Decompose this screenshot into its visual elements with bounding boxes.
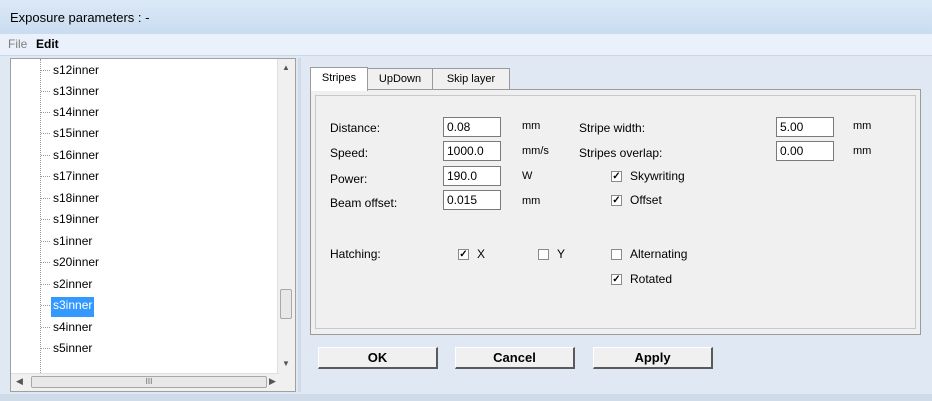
tree-item[interactable]: s5inner <box>41 340 94 360</box>
stripes-overlap-label: Stripes overlap: <box>579 146 663 160</box>
title-bar: Exposure parameters : - <box>0 0 932 34</box>
distance-label: Distance: <box>330 121 381 135</box>
menu-edit[interactable]: Edit <box>36 37 59 51</box>
skywriting-checkbox[interactable]: ✓ Skywriting <box>611 169 685 183</box>
menu-file[interactable]: File <box>8 37 27 51</box>
hatching-x-checkbox[interactable]: ✓ X <box>458 247 485 261</box>
stripe-width-label: Stripe width: <box>579 121 646 135</box>
scroll-down-arrow-icon[interactable]: ▼ <box>282 359 290 368</box>
beam-offset-field[interactable] <box>443 190 501 210</box>
empty-checkbox-icon <box>538 248 549 260</box>
stripes-overlap-field[interactable] <box>776 141 834 161</box>
hatching-y-label: Y <box>557 247 566 261</box>
tree-vertical-scrollbar[interactable]: ▲ ▼ <box>277 59 295 376</box>
tree-item-label: s20inner <box>53 255 100 269</box>
tab-stripes[interactable]: Stripes <box>310 67 368 91</box>
tree-item[interactable]: s20inner <box>41 254 101 274</box>
speed-field[interactable] <box>443 141 501 161</box>
tree-item[interactable]: s1inner <box>41 233 94 253</box>
tree-item[interactable]: s15inner <box>41 125 101 145</box>
empty-checkbox-icon <box>611 248 622 260</box>
tree-item[interactable]: s4inner <box>41 319 94 339</box>
tree-item-label: s15inner <box>53 126 100 140</box>
tree-item[interactable]: s13inner <box>41 83 101 103</box>
offset-checkbox[interactable]: ✓ Offset <box>611 193 662 207</box>
tree-item[interactable]: s19inner <box>41 211 101 231</box>
ok-button[interactable]: OK <box>318 347 438 369</box>
distance-field[interactable] <box>443 117 501 137</box>
tree-item-label: s12inner <box>53 63 100 77</box>
tab-skip-layer[interactable]: Skip layer <box>432 68 510 89</box>
rotated-checkbox[interactable]: ✓ Rotated <box>611 272 672 286</box>
tree-item-label: s16inner <box>53 148 100 162</box>
power-unit: W <box>522 170 533 182</box>
beam-offset-unit: mm <box>522 195 541 207</box>
tree-item-label: s18inner <box>53 191 100 205</box>
tree-item-label: s4inner <box>53 320 93 334</box>
stripes-panel: Distance: mm Speed: mm/s Power: W Beam o… <box>310 89 921 335</box>
rotated-label: Rotated <box>630 272 673 286</box>
scroll-left-arrow-icon[interactable]: ◀ <box>16 376 23 387</box>
tree-item[interactable]: s17inner <box>41 168 101 188</box>
distance-unit: mm <box>522 120 541 132</box>
alternating-label: Alternating <box>630 247 688 261</box>
layer-tree[interactable]: s12inner s13inner s14inner s15inner s16i… <box>10 58 296 392</box>
tree-item-label: s13inner <box>53 84 100 98</box>
window-title: Exposure parameters : - <box>10 10 150 25</box>
tree-item[interactable]: s12inner <box>41 62 101 82</box>
scroll-up-arrow-icon[interactable]: ▲ <box>282 63 290 72</box>
scrollbar-corner <box>278 374 295 391</box>
tree-item-label: s14inner <box>53 105 100 119</box>
menu-bar: File Edit <box>0 34 932 56</box>
tree-item[interactable]: s2inner <box>41 276 94 296</box>
tree-item-label: s2inner <box>53 277 93 291</box>
window-bottom-edge <box>0 394 932 401</box>
cancel-button[interactable]: Cancel <box>455 347 575 369</box>
scroll-right-arrow-icon[interactable]: ▶ <box>269 376 276 387</box>
hatching-x-label: X <box>477 247 486 261</box>
hatching-label: Hatching: <box>330 247 381 261</box>
stripe-width-field[interactable] <box>776 117 834 137</box>
tree-item-label: s1inner <box>53 234 93 248</box>
tree-item-label: s3inner <box>53 298 93 312</box>
hatching-y-checkbox[interactable]: Y <box>538 247 565 261</box>
stripes-overlap-unit: mm <box>853 145 872 157</box>
horizontal-scroll-thumb[interactable]: III <box>31 376 267 388</box>
power-field[interactable] <box>443 166 501 186</box>
speed-label: Speed: <box>330 146 369 160</box>
tree-item[interactable]: s18inner <box>41 190 101 210</box>
vertical-scroll-thumb[interactable] <box>280 289 292 319</box>
stripes-group: Distance: mm Speed: mm/s Power: W Beam o… <box>315 95 916 329</box>
tab-updown[interactable]: UpDown <box>367 68 433 89</box>
offset-label: Offset <box>630 193 662 207</box>
skywriting-label: Skywriting <box>630 169 685 183</box>
speed-unit: mm/s <box>522 145 549 157</box>
tree-item-label: s17inner <box>53 169 100 183</box>
tree-item[interactable]: s16inner <box>41 147 101 167</box>
apply-button[interactable]: Apply <box>593 347 713 369</box>
tree-item-label: s5inner <box>53 341 93 355</box>
grip-icon: III <box>145 377 153 386</box>
checkmark-icon: ✓ <box>611 194 622 206</box>
power-label: Power: <box>330 172 368 186</box>
beam-offset-label: Beam offset: <box>330 196 398 210</box>
alternating-checkbox[interactable]: Alternating <box>611 247 687 261</box>
checkmark-icon: ✓ <box>611 273 622 285</box>
checkmark-icon: ✓ <box>611 170 622 182</box>
tree-item-selected[interactable]: s3inner <box>41 297 95 317</box>
tree-item[interactable]: s14inner <box>41 104 101 124</box>
tree-horizontal-scrollbar[interactable]: ◀ III ▶ <box>11 373 279 391</box>
tree-item-label: s19inner <box>53 212 100 226</box>
pane-splitter[interactable] <box>298 58 301 392</box>
stripe-width-unit: mm <box>853 120 872 132</box>
checkmark-icon: ✓ <box>458 248 469 260</box>
